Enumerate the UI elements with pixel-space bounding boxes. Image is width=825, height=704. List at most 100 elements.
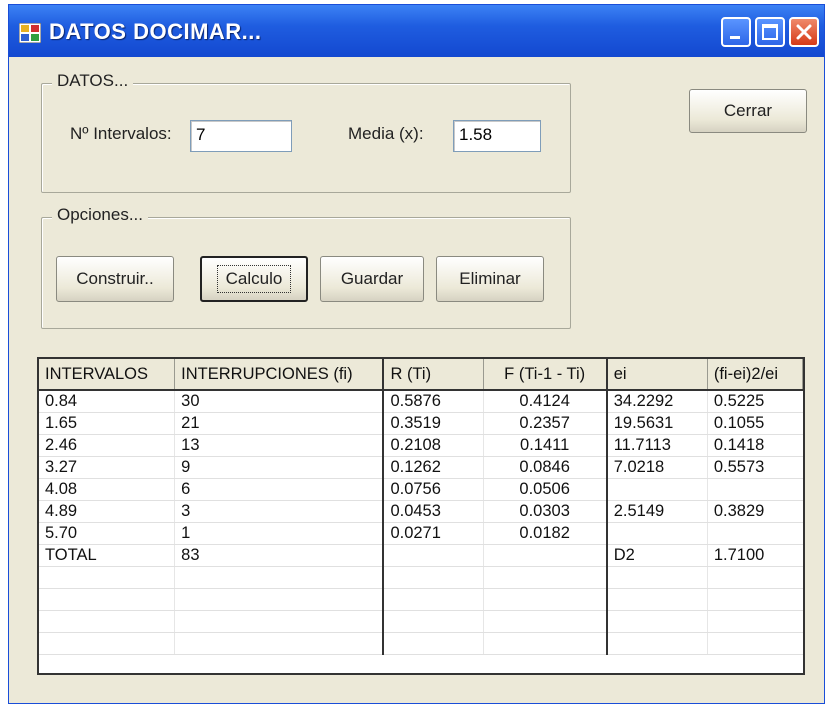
table-row[interactable]: 5.70 1 0.0271 0.0182 <box>39 522 803 545</box>
table-cell-r-ti[interactable] <box>383 632 484 655</box>
table-cell-interrupciones[interactable]: 83 <box>174 544 385 567</box>
table-cell-interrupciones[interactable] <box>174 632 385 655</box>
cerrar-button[interactable]: Cerrar <box>689 89 807 133</box>
table-cell-chi[interactable] <box>707 632 803 655</box>
table-cell-r-ti[interactable] <box>383 544 484 567</box>
table-cell-intervalos[interactable]: 4.08 <box>39 478 176 501</box>
table-cell-r-ti[interactable]: 0.0453 <box>383 500 484 523</box>
table-cell-r-ti[interactable]: 0.0756 <box>383 478 484 501</box>
table-row[interactable]: 4.08 6 0.0756 0.0506 <box>39 478 803 501</box>
table-cell-r-ti[interactable]: 0.2108 <box>383 434 484 457</box>
table-cell-intervalos[interactable] <box>39 610 176 633</box>
table-cell-chi[interactable] <box>707 588 803 611</box>
table-row[interactable]: 1.65 21 0.3519 0.2357 19.5631 0.1055 <box>39 412 803 435</box>
maximize-button[interactable] <box>755 17 785 47</box>
table-cell-f-ti[interactable]: 0.0303 <box>483 500 608 523</box>
table-cell-ei[interactable] <box>606 632 708 655</box>
close-button[interactable] <box>789 17 819 47</box>
table-row[interactable]: TOTAL 83 D2 1.7100 <box>39 544 803 567</box>
table-cell-ei[interactable]: 19.5631 <box>606 412 708 435</box>
table-cell-r-ti[interactable] <box>383 588 484 611</box>
table-cell-intervalos[interactable]: 4.89 <box>39 500 176 523</box>
table-row[interactable]: 0.84 30 0.5876 0.4124 34.2292 0.5225 <box>39 390 803 413</box>
calculo-button[interactable]: Calculo <box>200 256 308 302</box>
table-row[interactable] <box>39 610 803 633</box>
table-cell-chi[interactable]: 0.5225 <box>707 390 803 413</box>
table-cell-interrupciones[interactable]: 3 <box>174 500 385 523</box>
column-header-intervalos[interactable]: INTERVALOS <box>39 359 176 391</box>
table-cell-f-ti[interactable] <box>483 588 608 611</box>
column-header-chi[interactable]: (fi-ei)2/ei <box>707 359 803 391</box>
table-cell-chi[interactable] <box>707 610 803 633</box>
table-cell-interrupciones[interactable] <box>174 566 385 589</box>
minimize-button[interactable] <box>721 17 751 47</box>
table-cell-chi[interactable]: 0.1055 <box>707 412 803 435</box>
table-cell-chi[interactable]: 0.3829 <box>707 500 803 523</box>
table-cell-r-ti[interactable]: 0.1262 <box>383 456 484 479</box>
results-grid[interactable]: INTERVALOS INTERRUPCIONES (fi) R (Ti) F (Ti… <box>37 357 805 675</box>
table-cell-intervalos[interactable]: 3.27 <box>39 456 176 479</box>
table-cell-f-ti[interactable]: 0.4124 <box>483 390 608 413</box>
table-row[interactable] <box>39 632 803 655</box>
table-cell-interrupciones[interactable] <box>174 610 385 633</box>
column-header-r-ti[interactable]: R (Ti) <box>383 359 484 391</box>
table-row[interactable]: 3.27 9 0.1262 0.0846 7.0218 0.5573 <box>39 456 803 479</box>
eliminar-button[interactable]: Eliminar <box>436 256 544 302</box>
table-cell-f-ti[interactable]: 0.0846 <box>483 456 608 479</box>
table-cell-f-ti[interactable]: 0.0182 <box>483 522 608 545</box>
table-cell-ei[interactable] <box>606 478 708 501</box>
table-cell-intervalos[interactable]: TOTAL <box>39 544 176 567</box>
table-cell-intervalos[interactable]: 0.84 <box>39 390 176 413</box>
column-header-interrupciones[interactable]: INTERRUPCIONES (fi) <box>174 359 385 391</box>
table-cell-chi[interactable] <box>707 478 803 501</box>
table-cell-interrupciones[interactable]: 13 <box>174 434 385 457</box>
column-header-f-ti[interactable]: F (Ti-1 - Ti) <box>483 359 608 391</box>
table-cell-ei[interactable]: D2 <box>606 544 708 567</box>
table-row[interactable] <box>39 588 803 611</box>
table-cell-f-ti[interactable]: 0.0506 <box>483 478 608 501</box>
table-cell-ei[interactable]: 2.5149 <box>606 500 708 523</box>
table-cell-ei[interactable] <box>606 588 708 611</box>
table-cell-intervalos[interactable]: 2.46 <box>39 434 176 457</box>
title-bar[interactable]: DATOS DOCIMAR... <box>9 5 824 57</box>
table-cell-interrupciones[interactable]: 1 <box>174 522 385 545</box>
table-cell-chi[interactable]: 0.5573 <box>707 456 803 479</box>
table-cell-f-ti[interactable]: 0.2357 <box>483 412 608 435</box>
intervalos-input[interactable]: 7 <box>190 120 292 152</box>
table-cell-interrupciones[interactable]: 21 <box>174 412 385 435</box>
construir-button[interactable]: Construir.. <box>56 256 174 302</box>
table-cell-r-ti[interactable]: 0.3519 <box>383 412 484 435</box>
table-cell-ei[interactable]: 11.7113 <box>606 434 708 457</box>
table-row[interactable]: 4.89 3 0.0453 0.0303 2.5149 0.3829 <box>39 500 803 523</box>
table-cell-chi[interactable]: 0.1418 <box>707 434 803 457</box>
table-cell-ei[interactable]: 34.2292 <box>606 390 708 413</box>
column-header-ei[interactable]: ei <box>606 359 708 391</box>
table-cell-r-ti[interactable]: 0.5876 <box>383 390 484 413</box>
table-cell-r-ti[interactable]: 0.0271 <box>383 522 484 545</box>
table-cell-intervalos[interactable] <box>39 588 176 611</box>
table-cell-intervalos[interactable]: 5.70 <box>39 522 176 545</box>
table-cell-intervalos[interactable]: 1.65 <box>39 412 176 435</box>
table-cell-f-ti[interactable]: 0.1411 <box>483 434 608 457</box>
table-cell-r-ti[interactable] <box>383 566 484 589</box>
table-cell-ei[interactable] <box>606 566 708 589</box>
table-cell-interrupciones[interactable]: 30 <box>174 390 385 413</box>
table-cell-interrupciones[interactable]: 9 <box>174 456 385 479</box>
table-row[interactable] <box>39 566 803 589</box>
table-cell-chi[interactable]: 1.7100 <box>707 544 803 567</box>
table-cell-r-ti[interactable] <box>383 610 484 633</box>
table-cell-f-ti[interactable] <box>483 566 608 589</box>
table-cell-f-ti[interactable] <box>483 610 608 633</box>
table-row[interactable]: 2.46 13 0.2108 0.1411 11.7113 0.1418 <box>39 434 803 457</box>
media-input[interactable]: 1.58 <box>453 120 541 152</box>
table-cell-intervalos[interactable] <box>39 632 176 655</box>
table-cell-ei[interactable] <box>606 610 708 633</box>
table-cell-f-ti[interactable] <box>483 544 608 567</box>
table-cell-intervalos[interactable] <box>39 566 176 589</box>
table-cell-interrupciones[interactable]: 6 <box>174 478 385 501</box>
table-cell-chi[interactable] <box>707 566 803 589</box>
table-cell-f-ti[interactable] <box>483 632 608 655</box>
table-cell-chi[interactable] <box>707 522 803 545</box>
table-cell-ei[interactable] <box>606 522 708 545</box>
table-cell-ei[interactable]: 7.0218 <box>606 456 708 479</box>
